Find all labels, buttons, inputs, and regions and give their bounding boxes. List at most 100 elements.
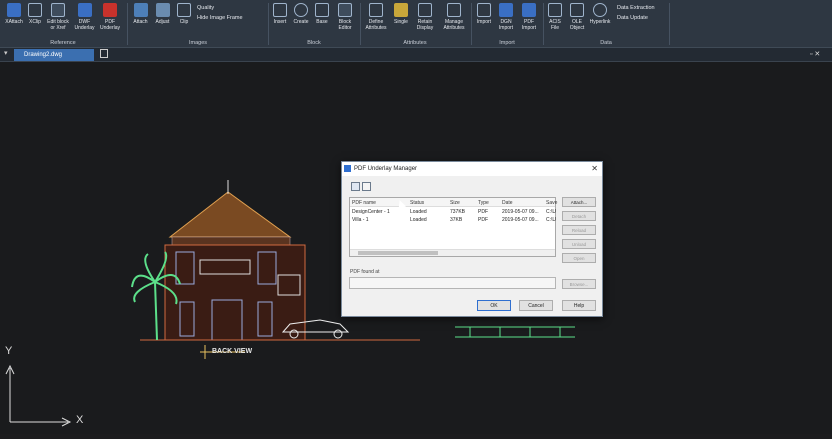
import-label: Import	[476, 19, 492, 25]
column-header-date[interactable]: Date	[502, 200, 513, 206]
dwf-underlay-button[interactable]: DWF Underlay	[72, 3, 97, 31]
ok-button[interactable]: OK	[477, 300, 511, 311]
xclip-icon	[28, 3, 42, 17]
create-icon	[294, 3, 308, 17]
window-controls[interactable]: ▫ ✕	[810, 50, 820, 58]
pdf-underlay-label: PDF Underlay	[99, 19, 120, 31]
manage-attributes-button[interactable]: Manage Attributes	[439, 3, 469, 31]
block-editor-button[interactable]: Block Editor	[333, 3, 357, 31]
dialog-title-bar[interactable]: PDF Underlay Manager ✕	[342, 162, 602, 176]
hide-image-frame-button[interactable]: Hide Image Frame	[197, 15, 243, 21]
import-button[interactable]: Import	[474, 3, 494, 25]
row-date: 2019-05-07 09...	[502, 217, 539, 223]
pdf-list[interactable]: PDF name Status Size Type Date Save Desi…	[349, 197, 557, 257]
row-size: 737KB	[450, 209, 466, 215]
axis-x-label: X	[76, 414, 84, 426]
hyperlink-label: Hyperlink	[589, 19, 611, 25]
retain-display-button[interactable]: Retain Display	[412, 3, 438, 31]
xattach-icon	[7, 3, 21, 17]
row-date: 2019-05-07 09...	[502, 209, 539, 215]
column-header-pdf-name[interactable]: PDF name	[352, 200, 376, 206]
dgn-icon	[499, 3, 513, 17]
retain-display-icon	[418, 3, 432, 17]
row-status: Loaded	[410, 217, 427, 223]
pdf-found-at-field[interactable]	[349, 277, 556, 289]
document-tab[interactable]: Drawing2.dwg	[14, 49, 94, 61]
dialog-title: PDF Underlay Manager	[354, 166, 418, 172]
hyperlink-button[interactable]: Hyperlink	[588, 3, 612, 25]
single-attribute-button[interactable]: Single	[391, 3, 411, 25]
block-editor-icon	[338, 3, 352, 17]
menu-arrow-icon[interactable]: ▾	[4, 49, 8, 57]
open-button[interactable]: Open	[562, 253, 596, 263]
data-extraction-button[interactable]: Data Extraction	[617, 5, 655, 11]
browse-button[interactable]: Browse...	[562, 279, 596, 289]
new-tab-icon[interactable]	[100, 49, 108, 58]
edit-block-xref-button[interactable]: Edit block or Xref	[45, 3, 71, 31]
table-row[interactable]: DesignCenter - 1 Loaded 737KB PDF 2019-0…	[350, 209, 556, 217]
quality-button[interactable]: Quality	[197, 5, 214, 11]
scrollbar-thumb[interactable]	[358, 251, 438, 255]
row-save: C:\U	[546, 209, 556, 215]
dwf-label: DWF Underlay	[74, 19, 95, 31]
column-header-size[interactable]: Size	[450, 200, 460, 206]
manage-attributes-icon	[447, 3, 461, 17]
document-tab-bar: ▾ Drawing2.dwg ▫ ✕	[0, 48, 832, 62]
define-attributes-icon	[369, 3, 383, 17]
define-attributes-button[interactable]: Define Attributes	[362, 3, 390, 31]
column-header-save[interactable]: Save	[546, 200, 557, 206]
block-group-label: Block	[307, 40, 321, 46]
row-type: PDF	[478, 209, 488, 215]
acis-label: ACIS File	[549, 19, 561, 31]
import-group-label: Import	[499, 40, 515, 46]
column-header-type[interactable]: Type	[478, 200, 489, 206]
ole-icon	[570, 3, 584, 17]
help-button[interactable]: Help	[562, 300, 596, 311]
tree-view-icon[interactable]	[362, 182, 371, 191]
ole-object-button[interactable]: OLE Object	[567, 3, 587, 31]
globe-icon	[593, 3, 607, 17]
detach-button[interactable]: Detach	[562, 211, 596, 221]
base-label: Base	[316, 19, 328, 25]
xattach-button[interactable]: XAttach	[3, 3, 25, 25]
data-group-label: Data	[600, 40, 612, 46]
pdf-underlay-button[interactable]: PDF Underlay	[98, 3, 122, 31]
adjust-image-button[interactable]: Adjust	[152, 3, 173, 25]
attach-image-button[interactable]: Attach	[130, 3, 151, 25]
cancel-button[interactable]: Cancel	[519, 300, 553, 311]
pdf-import-button[interactable]: PDF Import	[518, 3, 540, 31]
row-type: PDF	[478, 217, 488, 223]
column-header-status[interactable]: Status	[410, 200, 424, 206]
attach-button[interactable]: Attach...	[562, 197, 596, 207]
edit-block-icon	[51, 3, 65, 17]
separator	[471, 3, 472, 45]
base-button[interactable]: Base	[313, 3, 331, 25]
pdf-icon	[103, 3, 117, 17]
row-save: C:\U	[546, 217, 556, 223]
insert-block-button[interactable]: Insert	[271, 3, 289, 25]
row-size: 37KB	[450, 217, 463, 223]
create-block-button[interactable]: Create	[291, 3, 311, 25]
clip-icon	[177, 3, 191, 17]
create-label: Create	[293, 19, 309, 25]
reload-button[interactable]: Reload	[562, 225, 596, 235]
define-attributes-label: Define Attributes	[365, 19, 387, 31]
separator	[360, 3, 361, 45]
attach-label: Attach	[133, 19, 148, 25]
clip-image-button[interactable]: Clip	[174, 3, 194, 25]
acis-file-button[interactable]: ACIS File	[545, 3, 565, 31]
block-editor-label: Block Editor	[338, 19, 352, 31]
edit-block-label: Edit block or Xref	[47, 19, 69, 31]
attach-image-icon	[133, 3, 148, 17]
table-row[interactable]: Villa - 1 Loaded 37KB PDF 2019-05-07 09.…	[350, 217, 556, 225]
horizontal-scrollbar[interactable]	[350, 249, 555, 256]
data-update-button[interactable]: Data Update	[617, 15, 648, 21]
base-icon	[315, 3, 329, 17]
close-button[interactable]: ✕	[591, 162, 598, 176]
reference-group-label: Reference	[50, 40, 76, 46]
unload-button[interactable]: Unload	[562, 239, 596, 249]
pdf-import-icon	[522, 3, 536, 17]
dgn-import-button[interactable]: DGN Import	[495, 3, 517, 31]
list-view-icon[interactable]	[351, 182, 360, 191]
xclip-button[interactable]: XClip	[25, 3, 45, 25]
